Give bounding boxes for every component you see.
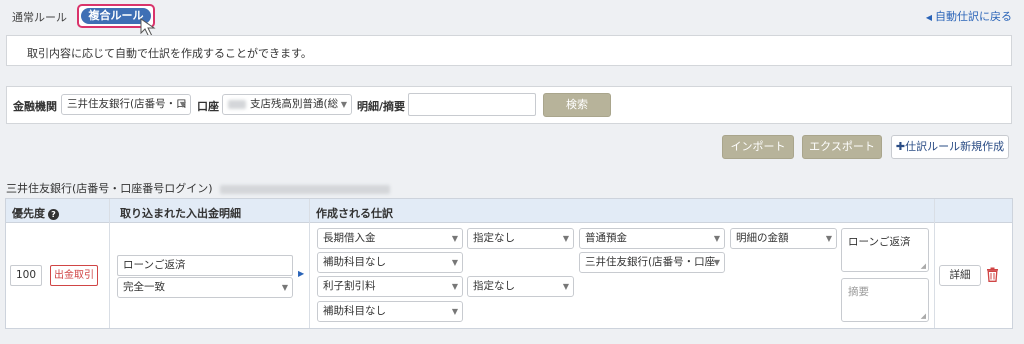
chevron-down-icon: ▼ bbox=[562, 282, 569, 291]
priority-input[interactable]: 100 bbox=[10, 265, 42, 286]
memo-input[interactable] bbox=[408, 93, 536, 116]
memo-label: 明細/摘要 bbox=[357, 100, 406, 113]
priority-header: 優先度? bbox=[12, 205, 59, 221]
chevron-down-icon: ▼ bbox=[179, 100, 186, 109]
redacted-text bbox=[228, 99, 246, 109]
debit-sub-account-select[interactable]: 補助科目なし ▼ bbox=[317, 252, 463, 273]
debit-account-value: 長期借入金 bbox=[323, 232, 376, 244]
memo-textarea-2-placeholder: 摘要 bbox=[848, 286, 869, 298]
triangle-left-icon: ◀ bbox=[925, 13, 932, 22]
debit-tax-select[interactable]: 指定なし ▼ bbox=[467, 228, 574, 249]
bank-select[interactable]: 三井住友銀行(店番号・口 ▼ bbox=[61, 94, 191, 115]
debit-account-select[interactable]: 長期借入金 ▼ bbox=[317, 228, 463, 249]
column-divider bbox=[934, 199, 935, 328]
table-header: 優先度? 取り込まれた入出金明細 作成される仕訳 bbox=[6, 199, 1012, 223]
back-link-label: 自動仕訳に戻る bbox=[935, 10, 1012, 23]
chevron-down-icon: ▼ bbox=[451, 282, 458, 291]
tab-normal-rule[interactable]: 通常ルール bbox=[12, 9, 67, 25]
amount-mode-value: 明細の金額 bbox=[736, 232, 789, 244]
debit2-tax-select[interactable]: 指定なし ▼ bbox=[467, 276, 574, 297]
detail-button[interactable]: 詳細 bbox=[939, 265, 981, 286]
withdrawal-tag: 出金取引 bbox=[50, 265, 98, 286]
chevron-down-icon: ▼ bbox=[825, 234, 832, 243]
account-label: 口座 bbox=[197, 100, 219, 113]
credit-account-value: 普通預金 bbox=[585, 232, 627, 244]
memo-textarea-1[interactable]: ローンご返済 ◢ bbox=[841, 228, 929, 272]
debit-sub-account-value: 補助科目なし bbox=[323, 256, 386, 268]
debit2-tax-value: 指定なし bbox=[473, 280, 515, 292]
export-button[interactable]: エクスポート bbox=[802, 135, 882, 159]
trash-icon[interactable] bbox=[986, 267, 999, 282]
chevron-down-icon: ▼ bbox=[340, 100, 347, 109]
chevron-down-icon: ▼ bbox=[451, 307, 458, 316]
amount-mode-select[interactable]: 明細の金額 ▼ bbox=[730, 228, 837, 249]
resize-grip-icon[interactable]: ◢ bbox=[921, 312, 926, 320]
import-button[interactable]: インポート bbox=[722, 135, 794, 159]
priority-header-label: 優先度 bbox=[12, 207, 45, 220]
memo-textarea-2[interactable]: 摘要 ◢ bbox=[841, 278, 929, 322]
match-text-input[interactable]: ローンご返済 bbox=[117, 255, 293, 276]
chevron-down-icon: ▼ bbox=[713, 234, 720, 243]
column-divider bbox=[109, 199, 110, 328]
chevron-down-icon: ▼ bbox=[713, 258, 720, 267]
created-journal-header: 作成される仕訳 bbox=[316, 207, 393, 220]
bank-section-title: 三井住友銀行(店番号・口座番号ログイン) bbox=[6, 180, 391, 196]
bank-section-title-text: 三井住友銀行(店番号・口座番号ログイン) bbox=[6, 182, 213, 195]
chevron-down-icon: ▼ bbox=[451, 258, 458, 267]
redacted-text bbox=[220, 184, 391, 194]
help-icon[interactable]: ? bbox=[48, 208, 59, 220]
credit-sub-account-select[interactable]: 三井住友銀行(店番号・口座 ▼ bbox=[579, 252, 725, 273]
match-mode-select[interactable]: 完全一致 ▼ bbox=[117, 277, 293, 298]
account-select[interactable]: 支店残高別普通(総 ▼ bbox=[222, 94, 352, 115]
search-button[interactable]: 検索 bbox=[543, 93, 611, 117]
new-rule-button[interactable]: ✚仕訳ルール新規作成 bbox=[891, 135, 1009, 159]
info-box: 取引内容に応じて自動で仕訳を作成することができます。 bbox=[6, 35, 1012, 66]
filter-panel: 金融機関 三井住友銀行(店番号・口 ▼ 口座 支店残高別普通(総 ▼ 明細/摘要 検… bbox=[6, 86, 1012, 124]
debit2-account-select[interactable]: 利子割引料 ▼ bbox=[317, 276, 463, 297]
credit-account-select[interactable]: 普通預金 ▼ bbox=[579, 228, 725, 249]
bank-select-value: 三井住友銀行(店番号・口 bbox=[67, 98, 187, 110]
rule-table: 優先度? 取り込まれた入出金明細 作成される仕訳 100 出金取引 ローンご返済… bbox=[5, 198, 1013, 329]
account-select-value: 支店残高別普通(総 bbox=[250, 98, 339, 110]
chevron-down-icon: ▼ bbox=[281, 283, 288, 292]
chevron-down-icon: ▼ bbox=[562, 234, 569, 243]
debit2-account-value: 利子割引料 bbox=[323, 280, 376, 292]
info-message: 取引内容に応じて自動で仕訳を作成することができます。 bbox=[27, 47, 312, 60]
back-to-auto-journal-link[interactable]: ◀ 自動仕訳に戻る bbox=[926, 8, 1012, 24]
arrow-right-icon: ▶ bbox=[298, 269, 305, 278]
debit2-sub-account-value: 補助科目なし bbox=[323, 305, 386, 317]
match-mode-value: 完全一致 bbox=[123, 281, 165, 293]
debit2-sub-account-select[interactable]: 補助科目なし ▼ bbox=[317, 301, 463, 322]
debit-tax-value: 指定なし bbox=[473, 232, 515, 244]
imported-header: 取り込まれた入出金明細 bbox=[120, 207, 241, 220]
credit-sub-account-value: 三井住友銀行(店番号・口座 bbox=[585, 256, 716, 268]
memo-textarea-1-value: ローンご返済 bbox=[848, 236, 911, 248]
resize-grip-icon[interactable]: ◢ bbox=[921, 262, 926, 270]
chevron-down-icon: ▼ bbox=[451, 234, 458, 243]
bank-label: 金融機関 bbox=[13, 100, 57, 113]
column-divider bbox=[309, 199, 310, 328]
